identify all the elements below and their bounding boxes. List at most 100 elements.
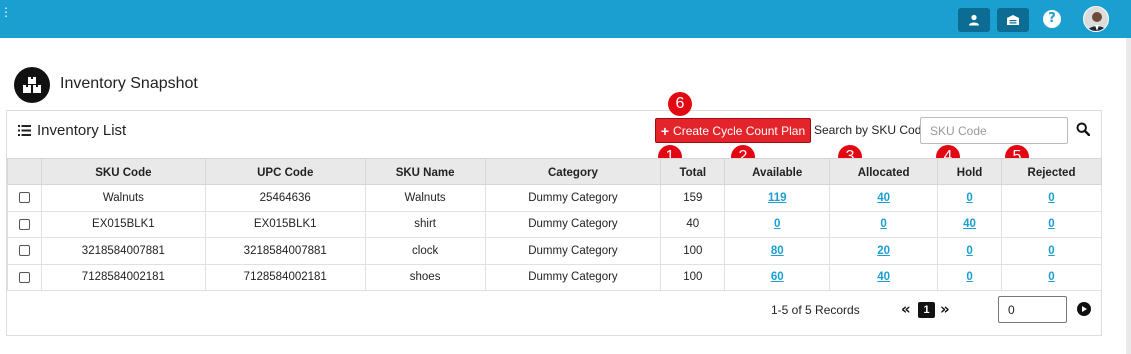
column-header-available[interactable]: Available xyxy=(724,158,831,185)
page-title: Inventory Snapshot xyxy=(60,75,198,92)
available-link[interactable]: 0 xyxy=(774,218,780,230)
column-header-category[interactable]: Category xyxy=(484,158,662,185)
hold-link[interactable]: 40 xyxy=(963,218,976,230)
column-header-sku-code[interactable]: SKU Code xyxy=(40,158,206,185)
column-header-upc-code[interactable]: UPC Code xyxy=(204,158,366,185)
available-cell: 60 xyxy=(724,263,831,291)
table-row: EX015BLK1 EX015BLK1 shirt Dummy Category… xyxy=(7,210,1102,238)
table-row: 3218584007881 3218584007881 clock Dummy … xyxy=(7,237,1102,265)
available-cell: 119 xyxy=(724,184,831,212)
allocated-cell: 40 xyxy=(829,184,939,212)
rejected-cell: 0 xyxy=(1001,184,1102,212)
sku-search-input[interactable] xyxy=(920,117,1068,144)
sku-name-cell: clock xyxy=(364,237,486,265)
list-title: Inventory List xyxy=(37,122,127,139)
avatar[interactable] xyxy=(1083,6,1109,32)
available-link[interactable]: 60 xyxy=(771,271,784,283)
user-icon xyxy=(969,14,979,26)
row-checkbox[interactable] xyxy=(18,245,30,257)
column-header-sku-name[interactable]: SKU Name xyxy=(364,158,486,185)
sku-name-cell: Walnuts xyxy=(364,184,486,212)
sku-code-cell: Walnuts xyxy=(40,184,206,212)
upc-code-cell: EX015BLK1 xyxy=(204,210,366,238)
plus-icon: + xyxy=(660,122,670,139)
hold-link[interactable]: 0 xyxy=(966,192,972,204)
total-cell: 100 xyxy=(660,263,726,291)
upc-code-cell: 3218584007881 xyxy=(204,237,366,265)
available-cell: 80 xyxy=(724,237,831,265)
current-page-button[interactable]: 1 xyxy=(918,302,935,318)
sku-name-cell: shirt xyxy=(364,210,486,238)
store-button[interactable] xyxy=(997,8,1029,32)
records-count: 1-5 of 5 Records xyxy=(771,303,860,317)
upc-code-cell: 7128584002181 xyxy=(204,263,366,291)
column-header-rejected[interactable]: Rejected xyxy=(1001,158,1102,185)
row-checkbox[interactable] xyxy=(18,192,30,204)
rejected-cell: 0 xyxy=(1001,210,1102,238)
sku-code-cell: EX015BLK1 xyxy=(40,210,206,238)
rejected-link[interactable]: 0 xyxy=(1048,192,1054,204)
available-link[interactable]: 80 xyxy=(771,245,784,257)
table-header-row: SKU Code UPC Code SKU Name Category Tota… xyxy=(7,158,1102,185)
allocated-cell: 40 xyxy=(829,263,939,291)
go-page-button[interactable] xyxy=(1077,302,1091,316)
allocated-link[interactable]: 40 xyxy=(877,271,890,283)
select-column-header xyxy=(7,158,42,185)
hold-cell: 0 xyxy=(937,263,1003,291)
boxes-icon xyxy=(14,67,50,103)
user-button[interactable] xyxy=(958,8,990,32)
rejected-cell: 0 xyxy=(1001,237,1102,265)
rejected-link[interactable]: 0 xyxy=(1048,245,1054,257)
avatar-icon xyxy=(1084,7,1108,31)
category-cell: Dummy Category xyxy=(484,263,662,291)
next-page-button[interactable]: » xyxy=(940,300,950,318)
total-cell: 100 xyxy=(660,237,726,265)
allocated-cell: 0 xyxy=(829,210,939,238)
previous-page-button[interactable]: « xyxy=(901,300,911,318)
create-cycle-count-plan-button[interactable]: + Create Cycle Count Plan xyxy=(655,118,811,143)
store-icon xyxy=(1007,15,1019,25)
create-button-label: Create Cycle Count Plan xyxy=(673,123,806,138)
hold-link[interactable]: 0 xyxy=(966,271,972,283)
row-select-cell xyxy=(7,184,42,212)
allocated-link[interactable]: 40 xyxy=(877,192,890,204)
category-cell: Dummy Category xyxy=(484,210,662,238)
scrollbar-track[interactable] xyxy=(1126,38,1131,354)
total-cell: 40 xyxy=(660,210,726,238)
row-checkbox[interactable] xyxy=(18,218,30,230)
table-row: Walnuts 25464636 Walnuts Dummy Category … xyxy=(7,184,1102,212)
search-icon xyxy=(1076,122,1091,137)
sku-code-cell: 7128584002181 xyxy=(40,263,206,291)
rejected-cell: 0 xyxy=(1001,263,1102,291)
hold-link[interactable]: 0 xyxy=(966,245,972,257)
category-cell: Dummy Category xyxy=(484,184,662,212)
available-link[interactable]: 119 xyxy=(768,192,787,204)
upc-code-cell: 25464636 xyxy=(204,184,366,212)
list-header: Inventory List xyxy=(18,122,126,139)
column-header-allocated[interactable]: Allocated xyxy=(829,158,939,185)
search-label: Search by SKU Code: xyxy=(814,123,932,137)
menu-icon[interactable]: ⋮ xyxy=(0,6,12,18)
inventory-table: SKU Code UPC Code SKU Name Category Tota… xyxy=(7,158,1102,291)
row-checkbox[interactable] xyxy=(18,271,30,283)
search-button[interactable] xyxy=(1076,122,1092,138)
page-number-input[interactable] xyxy=(998,296,1067,323)
rejected-link[interactable]: 0 xyxy=(1048,218,1054,230)
total-cell: 159 xyxy=(660,184,726,212)
row-select-cell xyxy=(7,210,42,238)
table-row: 7128584002181 7128584002181 shoes Dummy … xyxy=(7,263,1102,291)
rejected-link[interactable]: 0 xyxy=(1048,271,1054,283)
allocated-link[interactable]: 0 xyxy=(880,218,886,230)
allocated-cell: 20 xyxy=(829,237,939,265)
allocated-link[interactable]: 20 xyxy=(877,245,890,257)
top-bar: ⋮ ? xyxy=(0,0,1131,38)
category-cell: Dummy Category xyxy=(484,237,662,265)
available-cell: 0 xyxy=(724,210,831,238)
row-select-cell xyxy=(7,263,42,291)
column-header-total[interactable]: Total xyxy=(660,158,726,185)
hold-cell: 40 xyxy=(937,210,1003,238)
column-header-hold[interactable]: Hold xyxy=(937,158,1003,185)
help-icon[interactable]: ? xyxy=(1043,10,1061,28)
callout-6: 6 xyxy=(668,92,692,116)
sku-name-cell: shoes xyxy=(364,263,486,291)
